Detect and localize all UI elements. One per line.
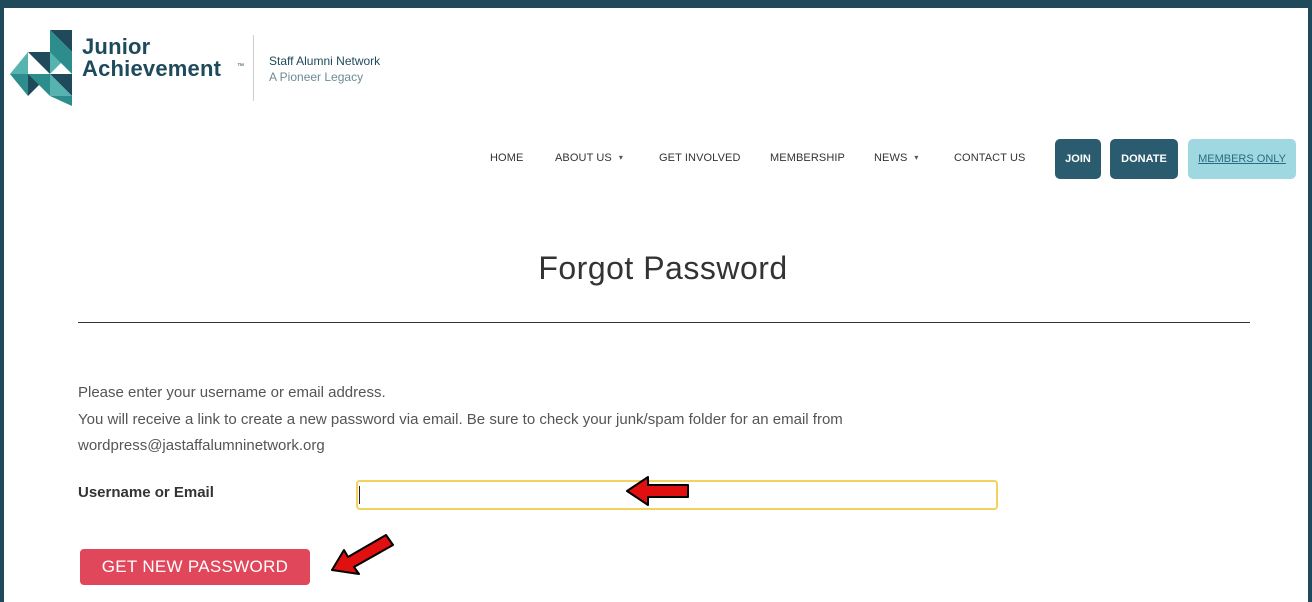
brand-name[interactable]: Junior Achievement <box>82 36 221 80</box>
screenshot-frame: Junior Achievement ™ Staff Alumni Networ… <box>0 0 1312 602</box>
page: Junior Achievement ™ Staff Alumni Networ… <box>4 8 1308 602</box>
instruction-text-1: Please enter your username or email addr… <box>78 384 386 401</box>
text-cursor <box>359 486 360 504</box>
logo-divider <box>253 35 254 101</box>
chevron-down-icon: ▾ <box>914 153 919 162</box>
nav-membership-label: MEMBERSHIP <box>770 152 845 164</box>
join-button[interactable]: JOIN <box>1055 139 1101 179</box>
tagline-secondary: A Pioneer Legacy <box>269 70 364 84</box>
nav-news-label: NEWS <box>874 152 908 164</box>
nav-contact-us-label: CONTACT US <box>954 152 1026 164</box>
brand-line2: Achievement <box>82 56 222 81</box>
nav-home[interactable]: HOME <box>490 152 523 164</box>
junior-achievement-logo-icon[interactable] <box>10 30 76 106</box>
donate-button[interactable]: DONATE <box>1110 139 1178 179</box>
nav-about-us-label: ABOUT US <box>555 152 612 164</box>
username-email-label: Username or Email <box>78 484 214 501</box>
get-new-password-button[interactable]: GET NEW PASSWORD <box>80 549 310 585</box>
title-divider <box>78 322 1250 323</box>
annotation-arrow-left-icon <box>626 476 689 506</box>
nav-get-involved[interactable]: GET INVOLVED <box>659 152 740 164</box>
nav-home-label: HOME <box>490 152 524 164</box>
nav-news[interactable]: NEWS ▾ <box>874 152 919 164</box>
chevron-down-icon: ▾ <box>618 153 623 162</box>
nav-contact-us[interactable]: CONTACT US <box>954 152 1026 164</box>
tagline-primary: Staff Alumni Network <box>269 54 381 68</box>
page-title: Forgot Password <box>538 250 788 286</box>
trademark: ™ <box>237 63 244 70</box>
instruction-text-2: You will receive a link to create a new … <box>78 411 843 428</box>
nav-membership[interactable]: MEMBERSHIP <box>770 152 845 164</box>
nav-get-involved-label: GET INVOLVED <box>659 152 741 164</box>
members-only-button[interactable]: MEMBERS ONLY <box>1188 139 1296 179</box>
brand-line1: Junior <box>82 34 151 59</box>
annotation-arrow-down-left-icon <box>331 534 394 575</box>
instruction-text-3: wordpress@jastaffalumninetwork.org <box>78 437 325 454</box>
nav-about-us[interactable]: ABOUT US ▾ <box>555 152 623 164</box>
